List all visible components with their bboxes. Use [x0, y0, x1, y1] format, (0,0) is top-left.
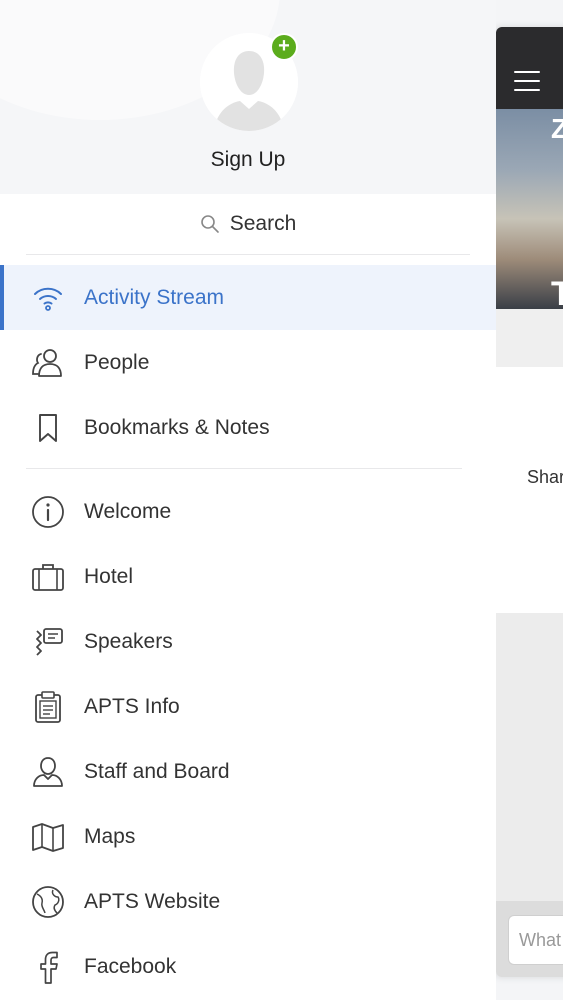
- menu-item-apts-info[interactable]: APTS Info: [0, 674, 496, 739]
- search-label: Search: [229, 212, 297, 235]
- menu-item-apts-website[interactable]: APTS Website: [0, 869, 496, 934]
- menu-item-hotel[interactable]: Hotel: [0, 544, 496, 609]
- main-content-panel[interactable]: Z T Shar What: [496, 27, 563, 977]
- menu-item-welcome[interactable]: Welcome: [0, 479, 496, 544]
- menu-label: People: [84, 350, 150, 374]
- menu-label: Hotel: [84, 564, 134, 588]
- feed-area: [496, 613, 563, 901]
- sign-up-link[interactable]: Sign Up: [0, 148, 496, 172]
- side-drawer: + Sign Up Search Activity Stream People …: [0, 0, 496, 1000]
- map-icon: [30, 819, 66, 855]
- person-icon: [30, 754, 66, 790]
- menu-label: Maps: [84, 824, 136, 848]
- profile-header: + Sign Up: [0, 0, 496, 194]
- search-icon: [200, 215, 219, 233]
- main-top-bar: [496, 27, 563, 109]
- share-text[interactable]: Shar: [527, 467, 563, 488]
- briefcase-icon: [30, 559, 66, 595]
- menu-label: Speakers: [84, 629, 173, 653]
- hamburger-menu-icon[interactable]: [514, 71, 540, 91]
- clipboard-icon: [30, 689, 66, 725]
- primary-menu: Activity Stream People Bookmarks & Notes: [0, 265, 496, 460]
- menu-label: Activity Stream: [84, 285, 225, 309]
- menu-label: Welcome: [84, 499, 172, 523]
- globe-icon: [30, 884, 66, 920]
- facebook-icon: [30, 949, 66, 985]
- hero-text-bottom: T: [551, 275, 563, 313]
- hero-text-top: Z: [551, 113, 563, 144]
- post-composer-input[interactable]: What: [508, 915, 563, 965]
- menu-label: APTS Website: [84, 889, 221, 913]
- menu-item-bookmarks-notes[interactable]: Bookmarks & Notes: [0, 395, 496, 460]
- share-panel: Shar: [496, 367, 563, 613]
- content-strip: [496, 309, 563, 367]
- secondary-menu: Welcome Hotel Speakers APTS Info Staff a…: [0, 479, 496, 999]
- people-icon: [30, 345, 66, 381]
- menu-label: APTS Info: [84, 694, 180, 718]
- composer-bar: What: [496, 901, 563, 977]
- menu-item-staff-and-board[interactable]: Staff and Board: [0, 739, 496, 804]
- menu-label: Facebook: [84, 954, 177, 978]
- menu-item-people[interactable]: People: [0, 330, 496, 395]
- menu-item-maps[interactable]: Maps: [0, 804, 496, 869]
- menu-item-speakers[interactable]: Speakers: [0, 609, 496, 674]
- hero-banner-image: Z T: [496, 109, 563, 313]
- divider: [26, 468, 462, 469]
- menu-item-activity-stream[interactable]: Activity Stream: [0, 265, 496, 330]
- info-icon: [30, 494, 66, 530]
- add-photo-button[interactable]: +: [270, 33, 298, 61]
- menu-label: Bookmarks & Notes: [84, 415, 270, 439]
- menu-label: Staff and Board: [84, 759, 230, 783]
- menu-item-facebook[interactable]: Facebook: [0, 934, 496, 999]
- speaker-icon: [30, 624, 66, 660]
- search-button[interactable]: Search: [0, 194, 496, 254]
- wifi-icon: [30, 280, 66, 316]
- bookmark-icon: [30, 410, 66, 446]
